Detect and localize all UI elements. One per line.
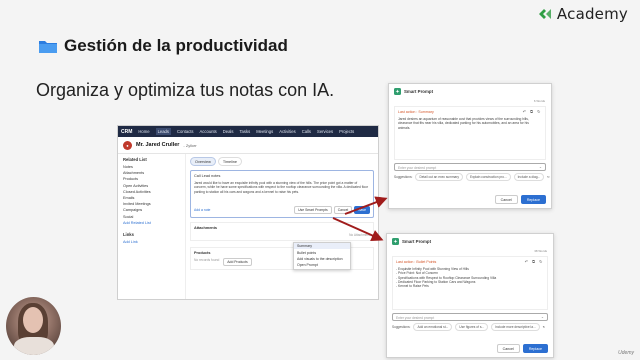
slide-title: Gestión de la productividad xyxy=(38,36,288,56)
academy-logo-text: Academy xyxy=(556,5,628,23)
prompt-input[interactable]: Enter your desired prompt ⌄ xyxy=(394,163,546,171)
crm-nav-activities[interactable]: Activities xyxy=(279,129,296,134)
tab-timeline[interactable]: Timeline xyxy=(217,157,243,166)
dialog-title: Smart Prompt xyxy=(404,89,434,94)
suggestions-label: Suggestions: xyxy=(394,175,413,179)
attachments-empty: No Attachment xyxy=(349,233,370,237)
crm-nav-services[interactable]: Services xyxy=(317,129,333,134)
crm-top-nav: CRM Home Leads Contacts Accounts Deals T… xyxy=(118,126,378,137)
related-list-heading: Related List xyxy=(123,157,147,162)
products-label: Products xyxy=(194,251,211,255)
suggestions-label: Suggestions: xyxy=(392,325,411,329)
add-link[interactable]: Add Link xyxy=(123,239,180,245)
smart-prompt-icon: ✦ xyxy=(392,238,399,245)
crm-nav-contacts[interactable]: Contacts xyxy=(177,129,194,134)
crm-screenshot: CRM Home Leads Contacts Accounts Deals T… xyxy=(117,125,379,300)
menu-item-open-prompt[interactable]: Open Prompt xyxy=(294,262,350,268)
academy-logo: Academy xyxy=(537,5,628,23)
result-box: ↶ ⧉ ↻ Last action : Bullet Points - Exqu… xyxy=(392,256,548,310)
dialog-title: Smart Prompt xyxy=(402,239,432,244)
crm-nav-tasks[interactable]: Tasks xyxy=(239,129,250,134)
suggestion-chip[interactable]: Include more descriptive la... xyxy=(491,323,540,331)
crm-nav-meetings[interactable]: Meetings xyxy=(256,129,273,134)
suggestions-row: Suggestions: Detail out an exec summary … xyxy=(394,173,550,181)
suggestion-chip[interactable]: Explain construction pro... xyxy=(465,173,511,181)
crm-nav-home[interactable]: Home xyxy=(138,129,149,134)
links-heading: Links xyxy=(123,231,134,237)
crm-nav-deals[interactable]: Deals xyxy=(223,129,234,134)
add-note-link[interactable]: Add a note xyxy=(194,208,210,212)
record-company: - Zylker xyxy=(183,142,197,148)
result-tools-icons[interactable]: ↶ ⧉ ↻ xyxy=(525,259,544,264)
cancel-button[interactable]: Cancel xyxy=(494,195,518,204)
tab-overview[interactable]: Overview xyxy=(190,157,216,166)
last-action-label: Last action : Summary xyxy=(398,110,434,114)
cancel-button[interactable]: Cancel xyxy=(333,206,353,214)
slide-subtitle: Organiza y optimiza tus notas con IA. xyxy=(36,80,335,100)
smart-prompt-button[interactable]: Use Smart Prompts xyxy=(294,206,332,214)
add-products-button[interactable]: Add Products xyxy=(223,258,252,266)
attachments-label: Attachments xyxy=(194,226,217,230)
result-box: ↶ ⧉ ↻ Last action : Summary Jared desire… xyxy=(394,106,546,160)
academy-logo-icon xyxy=(537,6,553,22)
avatar: ● xyxy=(123,140,132,150)
crm-sidebar: Related List Notes Attachments Products … xyxy=(118,154,186,299)
smart-prompt-icon: ✦ xyxy=(394,88,401,95)
note-editor[interactable]: Call Lead notes Jared would like to have… xyxy=(190,170,374,218)
crm-nav-calls[interactable]: Calls xyxy=(302,129,311,134)
prompt-input[interactable]: Enter your desired prompt ⌄ xyxy=(392,313,548,321)
save-button[interactable]: Save xyxy=(354,206,370,214)
crm-nav-accounts[interactable]: Accounts xyxy=(200,129,217,134)
replace-button[interactable]: Replace xyxy=(520,195,546,204)
refresh-icon[interactable]: ↻ xyxy=(543,325,546,329)
last-action-label: Last action : Bullet Points xyxy=(396,260,437,264)
products-empty: No records found xyxy=(194,258,220,262)
smart-prompt-dialog-bullets: ✦ Smart Prompt 38 Words ↶ ⧉ ↻ Last actio… xyxy=(386,233,554,358)
result-text: Jared desires an aquarium of reasonable … xyxy=(398,117,529,130)
replace-button[interactable]: Replace xyxy=(522,344,548,353)
suggestion-chip[interactable]: Use figures of s... xyxy=(455,323,489,331)
udemy-watermark: Udemy xyxy=(618,350,634,356)
record-name: Mr. Jared Cruller xyxy=(136,142,180,148)
result-tools-icons[interactable]: ↶ ⧉ ↻ xyxy=(523,109,542,114)
crm-nav-projects[interactable]: Projects xyxy=(339,129,354,134)
prompt-input-placeholder: Enter your desired prompt xyxy=(396,315,435,320)
word-count: 38 Words xyxy=(534,249,547,253)
crm-main: Overview Timeline Call Lead notes Jared … xyxy=(186,154,378,299)
suggestions-row: Suggestions: Add an emotional st... Use … xyxy=(392,323,548,331)
add-related-list-link[interactable]: Add Related List xyxy=(123,220,180,226)
bullet-item: - Kennel to Raise Pets xyxy=(396,284,429,289)
smart-prompt-dialog-summary: ✦ Smart Prompt 6 Words ↶ ⧉ ↻ Last action… xyxy=(388,83,552,209)
refresh-icon[interactable]: ↻ xyxy=(547,175,550,179)
suggestion-chip[interactable]: Include a diag... xyxy=(513,173,545,181)
prompt-input-placeholder: Enter your desired prompt xyxy=(398,165,437,170)
chevron-down-icon[interactable]: ⌄ xyxy=(539,165,542,169)
crm-app-name[interactable]: CRM xyxy=(121,129,132,135)
attachments-section: Attachments No Attachment xyxy=(190,222,374,241)
presenter-webcam xyxy=(6,297,61,355)
slide-title-text: Gestión de la productividad xyxy=(64,36,288,55)
suggestion-chip[interactable]: Detail out an exec summary xyxy=(415,173,463,181)
word-count: 6 Words xyxy=(533,99,545,103)
crm-record-header: ● Mr. Jared Cruller - Zylker xyxy=(118,137,378,154)
cancel-button[interactable]: Cancel xyxy=(496,344,520,353)
smart-prompt-menu: Summary Bullet points Add visuals to the… xyxy=(293,242,351,270)
folder-icon xyxy=(38,38,58,54)
crm-nav-leads[interactable]: Leads xyxy=(155,128,171,135)
note-title: Call Lead notes xyxy=(194,174,221,178)
note-text[interactable]: Jared would like to have an exquisite in… xyxy=(194,181,369,194)
suggestion-chip[interactable]: Add an emotional st... xyxy=(413,323,453,331)
chevron-down-icon[interactable]: ⌄ xyxy=(541,315,544,319)
